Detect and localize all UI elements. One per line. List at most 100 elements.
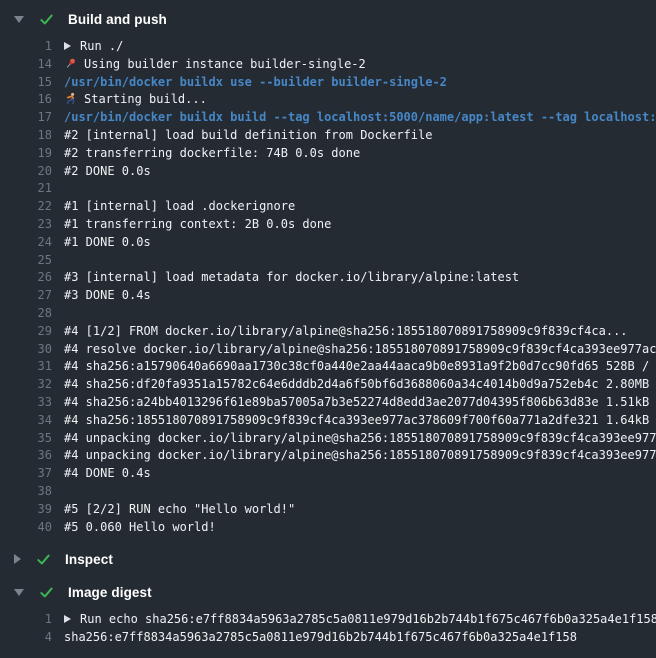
log-line-text bbox=[64, 180, 656, 198]
log-line-text: sha256:e7ff8834a5963a2785c5a0811e979d16b… bbox=[64, 629, 656, 647]
log-text: /usr/bin/docker buildx use --builder bui… bbox=[64, 75, 447, 89]
section-log-lines: 1Run echo sha256:e7ff8834a5963a2785c5a08… bbox=[0, 602, 656, 647]
line-number[interactable]: 4 bbox=[0, 629, 52, 647]
log-line-text: #4 [1/2] FROM docker.io/library/alpine@s… bbox=[64, 323, 656, 341]
log-line: 17/usr/bin/docker buildx build --tag loc… bbox=[0, 109, 656, 127]
section-header-image-digest[interactable]: Image digest bbox=[0, 582, 656, 602]
log-line-text bbox=[64, 483, 656, 501]
line-number[interactable]: 33 bbox=[0, 394, 52, 412]
log-text: #4 [1/2] FROM docker.io/library/alpine@s… bbox=[64, 324, 628, 338]
line-number[interactable]: 40 bbox=[0, 519, 52, 537]
line-number[interactable]: 1 bbox=[0, 611, 52, 629]
log-line: 31 #4 sha256:a15790640a6690aa1730c38cf0a4… bbox=[0, 358, 656, 376]
log-line-text: #4 unpacking docker.io/library/alpine@sh… bbox=[64, 447, 656, 465]
log-line-text: Using builder instance builder-single-2 bbox=[64, 56, 656, 74]
section-header-inspect[interactable]: Inspect bbox=[0, 549, 656, 569]
success-check-icon bbox=[36, 552, 51, 567]
log-line: 24 #1 DONE 0.0s bbox=[0, 234, 656, 252]
line-number[interactable]: 19 bbox=[0, 145, 52, 163]
line-number[interactable]: 31 bbox=[0, 358, 52, 376]
log-line: 39 #5 [2/2] RUN echo "Hello world!" bbox=[0, 501, 656, 519]
log-line-text: #1 [internal] load .dockerignore bbox=[64, 198, 656, 216]
log-text: #4 sha256:a24bb4013296f61e89ba57005a7b3e… bbox=[64, 395, 656, 409]
log-text: #4 resolve docker.io/library/alpine@sha2… bbox=[64, 342, 656, 356]
success-check-icon bbox=[39, 12, 54, 27]
line-number[interactable]: 27 bbox=[0, 287, 52, 305]
actions-log-viewer: Build and push1Run ./14Using builder ins… bbox=[0, 0, 656, 658]
line-number[interactable]: 20 bbox=[0, 163, 52, 181]
log-line: 34 #4 sha256:185518070891758909c9f839cf4c… bbox=[0, 412, 656, 430]
log-text: #4 DONE 0.4s bbox=[64, 466, 151, 480]
log-line: 20 #2 DONE 0.0s bbox=[0, 163, 656, 181]
log-text: #4 sha256:df20fa9351a15782c64e6dddb2d4a6… bbox=[64, 377, 656, 391]
line-number[interactable]: 18 bbox=[0, 127, 52, 145]
line-number[interactable]: 39 bbox=[0, 501, 52, 519]
log-line: 14 Using builder instance builder-single-… bbox=[0, 56, 656, 74]
line-number[interactable]: 22 bbox=[0, 198, 52, 216]
log-text: #3 [internal] load metadata for docker.i… bbox=[64, 270, 519, 284]
line-number[interactable]: 34 bbox=[0, 412, 52, 430]
log-section-build-and-push: Build and push 1 Run ./ 14 Using builder ins… bbox=[0, 9, 656, 536]
line-number[interactable]: 17 bbox=[0, 109, 52, 127]
line-number[interactable]: 24 bbox=[0, 234, 52, 252]
log-line-text bbox=[64, 305, 656, 323]
line-number[interactable]: 1 bbox=[0, 38, 52, 56]
log-text: Starting build... bbox=[84, 92, 207, 106]
expand-group-icon[interactable] bbox=[64, 42, 71, 50]
line-number[interactable]: 25 bbox=[0, 252, 52, 270]
line-number[interactable]: 16 bbox=[0, 91, 52, 109]
line-number[interactable]: 14 bbox=[0, 56, 52, 74]
line-number[interactable]: 23 bbox=[0, 216, 52, 234]
log-line-text: #5 [2/2] RUN echo "Hello world!" bbox=[64, 501, 656, 519]
section-title: Build and push bbox=[68, 12, 167, 27]
line-number[interactable]: 35 bbox=[0, 430, 52, 448]
chevron-right-icon[interactable] bbox=[14, 554, 21, 564]
log-text: #4 sha256:185518070891758909c9f839cf4ca3… bbox=[64, 413, 656, 427]
command-line-text: /usr/bin/docker buildx build --tag local… bbox=[64, 109, 656, 127]
log-line-text: #2 transferring dockerfile: 74B 0.0s don… bbox=[64, 145, 656, 163]
log-text: #5 [2/2] RUN echo "Hello world!" bbox=[64, 502, 295, 516]
chevron-down-icon[interactable] bbox=[14, 589, 24, 596]
chevron-down-icon[interactable] bbox=[14, 16, 24, 23]
log-line-text bbox=[64, 252, 656, 270]
log-line-text: #4 sha256:185518070891758909c9f839cf4ca3… bbox=[64, 412, 656, 430]
log-text: sha256:e7ff8834a5963a2785c5a0811e979d16b… bbox=[64, 630, 577, 644]
log-text: #2 DONE 0.0s bbox=[64, 164, 151, 178]
log-text: #4 unpacking docker.io/library/alpine@sh… bbox=[64, 431, 656, 445]
log-text: #5 0.060 Hello world! bbox=[64, 520, 216, 534]
line-number[interactable]: 21 bbox=[0, 180, 52, 198]
log-text: #2 [internal] load build definition from… bbox=[64, 128, 432, 142]
line-number[interactable]: 28 bbox=[0, 305, 52, 323]
log-line: 35 #4 unpacking docker.io/library/alpine@… bbox=[0, 430, 656, 448]
line-number[interactable]: 29 bbox=[0, 323, 52, 341]
log-text: #1 DONE 0.0s bbox=[64, 235, 151, 249]
command-line-text: /usr/bin/docker buildx use --builder bui… bbox=[64, 74, 656, 92]
line-number[interactable]: 30 bbox=[0, 341, 52, 359]
log-line-text: #1 transferring context: 2B 0.0s done bbox=[64, 216, 656, 234]
line-number[interactable]: 32 bbox=[0, 376, 52, 394]
line-number[interactable]: 15 bbox=[0, 74, 52, 92]
log-line-text: Run ./ bbox=[64, 38, 656, 56]
log-text: #4 unpacking docker.io/library/alpine@sh… bbox=[64, 448, 656, 462]
log-text: #2 transferring dockerfile: 74B 0.0s don… bbox=[64, 146, 360, 160]
line-number[interactable]: 37 bbox=[0, 465, 52, 483]
log-line-text: #4 sha256:a15790640a6690aa1730c38cf0a440… bbox=[64, 358, 656, 376]
log-line-text: Starting build... bbox=[64, 91, 656, 109]
log-line-text: #4 unpacking docker.io/library/alpine@sh… bbox=[64, 430, 656, 448]
log-line: 23 #1 transferring context: 2B 0.0s done bbox=[0, 216, 656, 234]
expand-group-icon[interactable] bbox=[64, 615, 71, 623]
log-line: 40 #5 0.060 Hello world! bbox=[0, 519, 656, 537]
log-line: 18 #2 [internal] load build definition fr… bbox=[0, 127, 656, 145]
log-line-text: #4 sha256:a24bb4013296f61e89ba57005a7b3e… bbox=[64, 394, 656, 412]
line-number[interactable]: 26 bbox=[0, 269, 52, 287]
log-text: #4 sha256:a15790640a6690aa1730c38cf0a440… bbox=[64, 359, 656, 373]
log-line-text: #4 DONE 0.4s bbox=[64, 465, 656, 483]
line-number[interactable]: 36 bbox=[0, 447, 52, 465]
section-header-build-and-push[interactable]: Build and push bbox=[0, 9, 656, 29]
log-line-text: #2 [internal] load build definition from… bbox=[64, 127, 656, 145]
log-line: 37 #4 DONE 0.4s bbox=[0, 465, 656, 483]
log-line: 26 #3 [internal] load metadata for docker… bbox=[0, 269, 656, 287]
line-number[interactable]: 38 bbox=[0, 483, 52, 501]
log-line: 29 #4 [1/2] FROM docker.io/library/alpine… bbox=[0, 323, 656, 341]
log-line-text: #3 DONE 0.4s bbox=[64, 287, 656, 305]
